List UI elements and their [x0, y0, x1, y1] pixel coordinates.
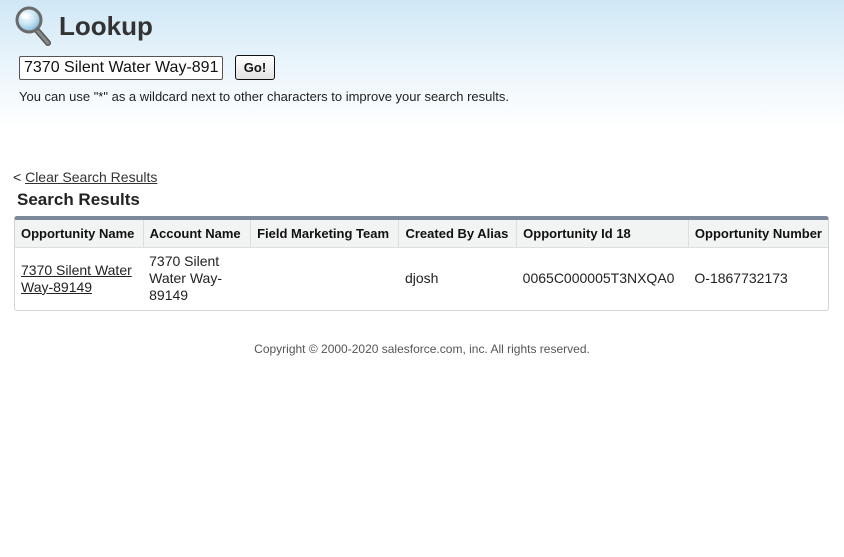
copyright-footer: Copyright © 2000-2020 salesforce.com, in…	[254, 342, 590, 356]
cell-field-marketing-team	[251, 248, 399, 310]
search-input[interactable]	[19, 55, 223, 80]
table-row: 7370 Silent Water Way-89149 7370 Silent …	[15, 248, 828, 310]
results-table: Opportunity Name Account Name Field Mark…	[15, 220, 828, 310]
cell-created-by-alias: djosh	[404, 270, 439, 287]
table-header-row: Opportunity Name Account Name Field Mark…	[15, 220, 828, 248]
page-header: Lookup	[15, 5, 153, 47]
page-title: Lookup	[59, 10, 153, 41]
search-results-heading: Search Results	[17, 190, 140, 209]
search-row: Go!	[19, 55, 275, 80]
clear-prefix: <	[13, 169, 22, 185]
cell-opportunity-number: O-1867732173	[694, 270, 788, 287]
opportunity-name-link[interactable]: 7370 Silent Water Way-89149	[21, 262, 132, 295]
column-header-created-by-alias[interactable]: Created By Alias	[398, 220, 518, 248]
wildcard-hint: You can use "*" as a wildcard next to ot…	[19, 89, 509, 104]
clear-results-row: < Clear Search Results	[13, 169, 157, 185]
cell-opportunity-id-18: 0065C000005T3NXQA0	[522, 270, 675, 287]
magnifying-glass-icon	[15, 6, 53, 46]
column-header-account-name[interactable]: Account Name	[143, 220, 252, 248]
cell-opportunity-name: 7370 Silent Water Way-89149	[15, 248, 143, 310]
go-button[interactable]: Go!	[235, 55, 275, 80]
column-header-field-marketing-team[interactable]: Field Marketing Team	[250, 220, 400, 248]
clear-search-results-link[interactable]: Clear Search Results	[25, 169, 157, 185]
column-header-opportunity-name[interactable]: Opportunity Name	[15, 220, 144, 248]
cell-account-name: 7370 Silent Water Way-89149	[149, 253, 222, 304]
column-header-opportunity-id-18[interactable]: Opportunity Id 18	[516, 220, 689, 248]
column-header-opportunity-number[interactable]: Opportunity Number	[688, 220, 828, 248]
results-table-container: Opportunity Name Account Name Field Mark…	[14, 216, 829, 311]
